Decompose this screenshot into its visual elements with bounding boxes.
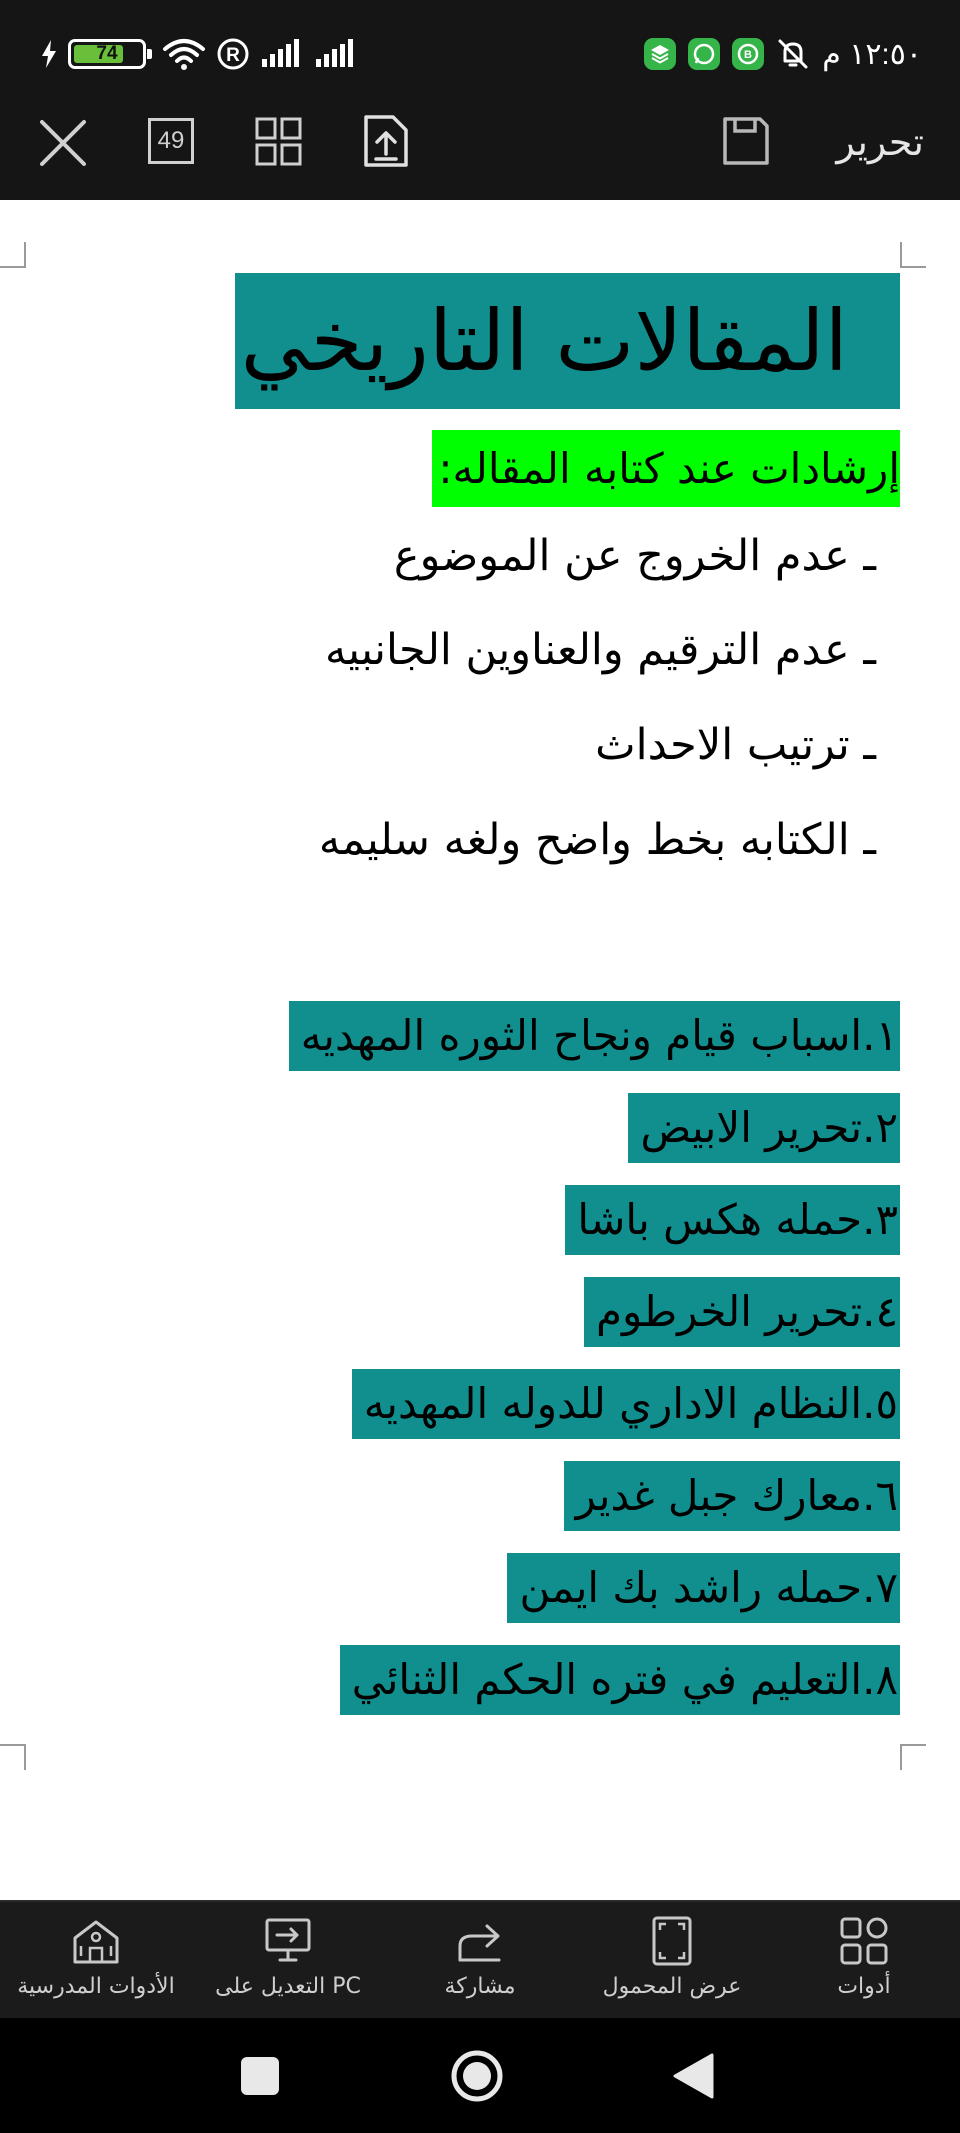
tab-tools-label: أدوات [837, 1974, 891, 1999]
wifi-icon [163, 39, 205, 70]
signal-icon [262, 39, 299, 67]
whatsapp-icon [688, 38, 721, 70]
essay-topic: ٣.حمله هكس باشا [565, 1185, 900, 1255]
status-bar: 74 R B ١٢:٥٠ م [0, 0, 960, 108]
top-toolbar [0, 108, 960, 200]
tab-mobile-view-label: عرض المحمول [602, 1974, 742, 1999]
essay-topic: ٦.معارك جبل غدير [563, 1461, 900, 1531]
margin-corner-bottom-right [900, 1744, 926, 1770]
save-icon[interactable] [722, 116, 770, 166]
tab-edit-on-pc[interactable]: التعديل على PC [192, 1902, 384, 2020]
battery-icon: 74 [68, 39, 152, 69]
guideline-item: ـ الكتابه بخط واضح ولغه سليمه [318, 815, 876, 865]
mobile-view-icon [652, 1916, 692, 1966]
back-triangle-icon[interactable] [672, 2053, 714, 2099]
page-count-button[interactable]: 49 [148, 118, 194, 164]
battery-level: 74 [96, 43, 118, 64]
pc-edit-icon [265, 1918, 311, 1962]
home-circle-icon[interactable] [450, 2049, 504, 2103]
tab-school-tools[interactable]: الأدوات المدرسية [0, 1902, 192, 2020]
tab-mobile-view[interactable]: عرض المحمول [576, 1902, 768, 2020]
svg-text:B: B [744, 49, 752, 61]
tab-edit-on-pc-label: التعديل على PC [215, 1974, 361, 1999]
close-icon[interactable] [38, 118, 88, 168]
status-right: B ١٢:٥٠ م [644, 32, 922, 76]
status-left: 74 R [40, 32, 358, 76]
guideline-item: ـ عدم الترقيم والعناوين الجانبيه [324, 625, 876, 675]
essay-topic: ٧.حمله راشد بك ايمن [507, 1553, 900, 1623]
edit-button[interactable]: تحرير [836, 117, 924, 167]
essay-topic: ٢.تحرير الابيض [628, 1093, 900, 1163]
tab-school-tools-label: الأدوات المدرسية [17, 1974, 175, 1999]
guideline-item: ـ عدم الخروج عن الموضوع [393, 531, 876, 581]
charging-bolt-icon [42, 40, 56, 68]
tab-share[interactable]: مشاركة [384, 1902, 576, 2020]
tab-share-label: مشاركة [444, 1974, 516, 1999]
whatsapp-business-icon: B [732, 38, 765, 70]
mute-bell-icon [778, 39, 808, 69]
share-upload-icon[interactable] [363, 114, 409, 168]
system-nav-bar [0, 2018, 960, 2133]
clock: ١٢:٥٠ م [822, 37, 922, 71]
essay-topic: ٤.تحرير الخرطوم [584, 1277, 900, 1347]
guideline-item: ـ ترتيب الاحداث [595, 720, 876, 770]
document-title: المقالات التاريخي [234, 273, 900, 409]
school-tools-icon [73, 1920, 119, 1964]
signal-icon [316, 39, 353, 67]
essay-topic: ٥.النظام الاداري للدوله المهديه [351, 1369, 900, 1439]
svg-text:R: R [226, 45, 240, 66]
page-count: 49 [157, 127, 185, 154]
guidelines-heading: إرشادات عند كتابه المقاله: [432, 430, 900, 507]
tools-grid-icon [840, 1917, 888, 1965]
essay-topic: ١.اسباب قيام ونجاح الثوره المهديه [288, 1001, 900, 1071]
registered-icon: R [217, 38, 249, 70]
grid-view-icon[interactable] [255, 117, 303, 167]
margin-corner-bottom-left [0, 1744, 26, 1770]
essay-topic: ٨.التعليم في فتره الحكم الثنائي [339, 1645, 900, 1715]
share-icon [458, 1924, 501, 1962]
bottom-tab-bar: أدوات عرض المحمول مشاركة التعديل على PC [0, 1900, 960, 2018]
tab-tools[interactable]: أدوات [768, 1902, 960, 2020]
margin-corner-top-left [0, 242, 26, 268]
recents-square-icon[interactable] [240, 2056, 280, 2096]
margin-corner-top-right [900, 242, 926, 268]
layers-app-icon [644, 38, 677, 70]
